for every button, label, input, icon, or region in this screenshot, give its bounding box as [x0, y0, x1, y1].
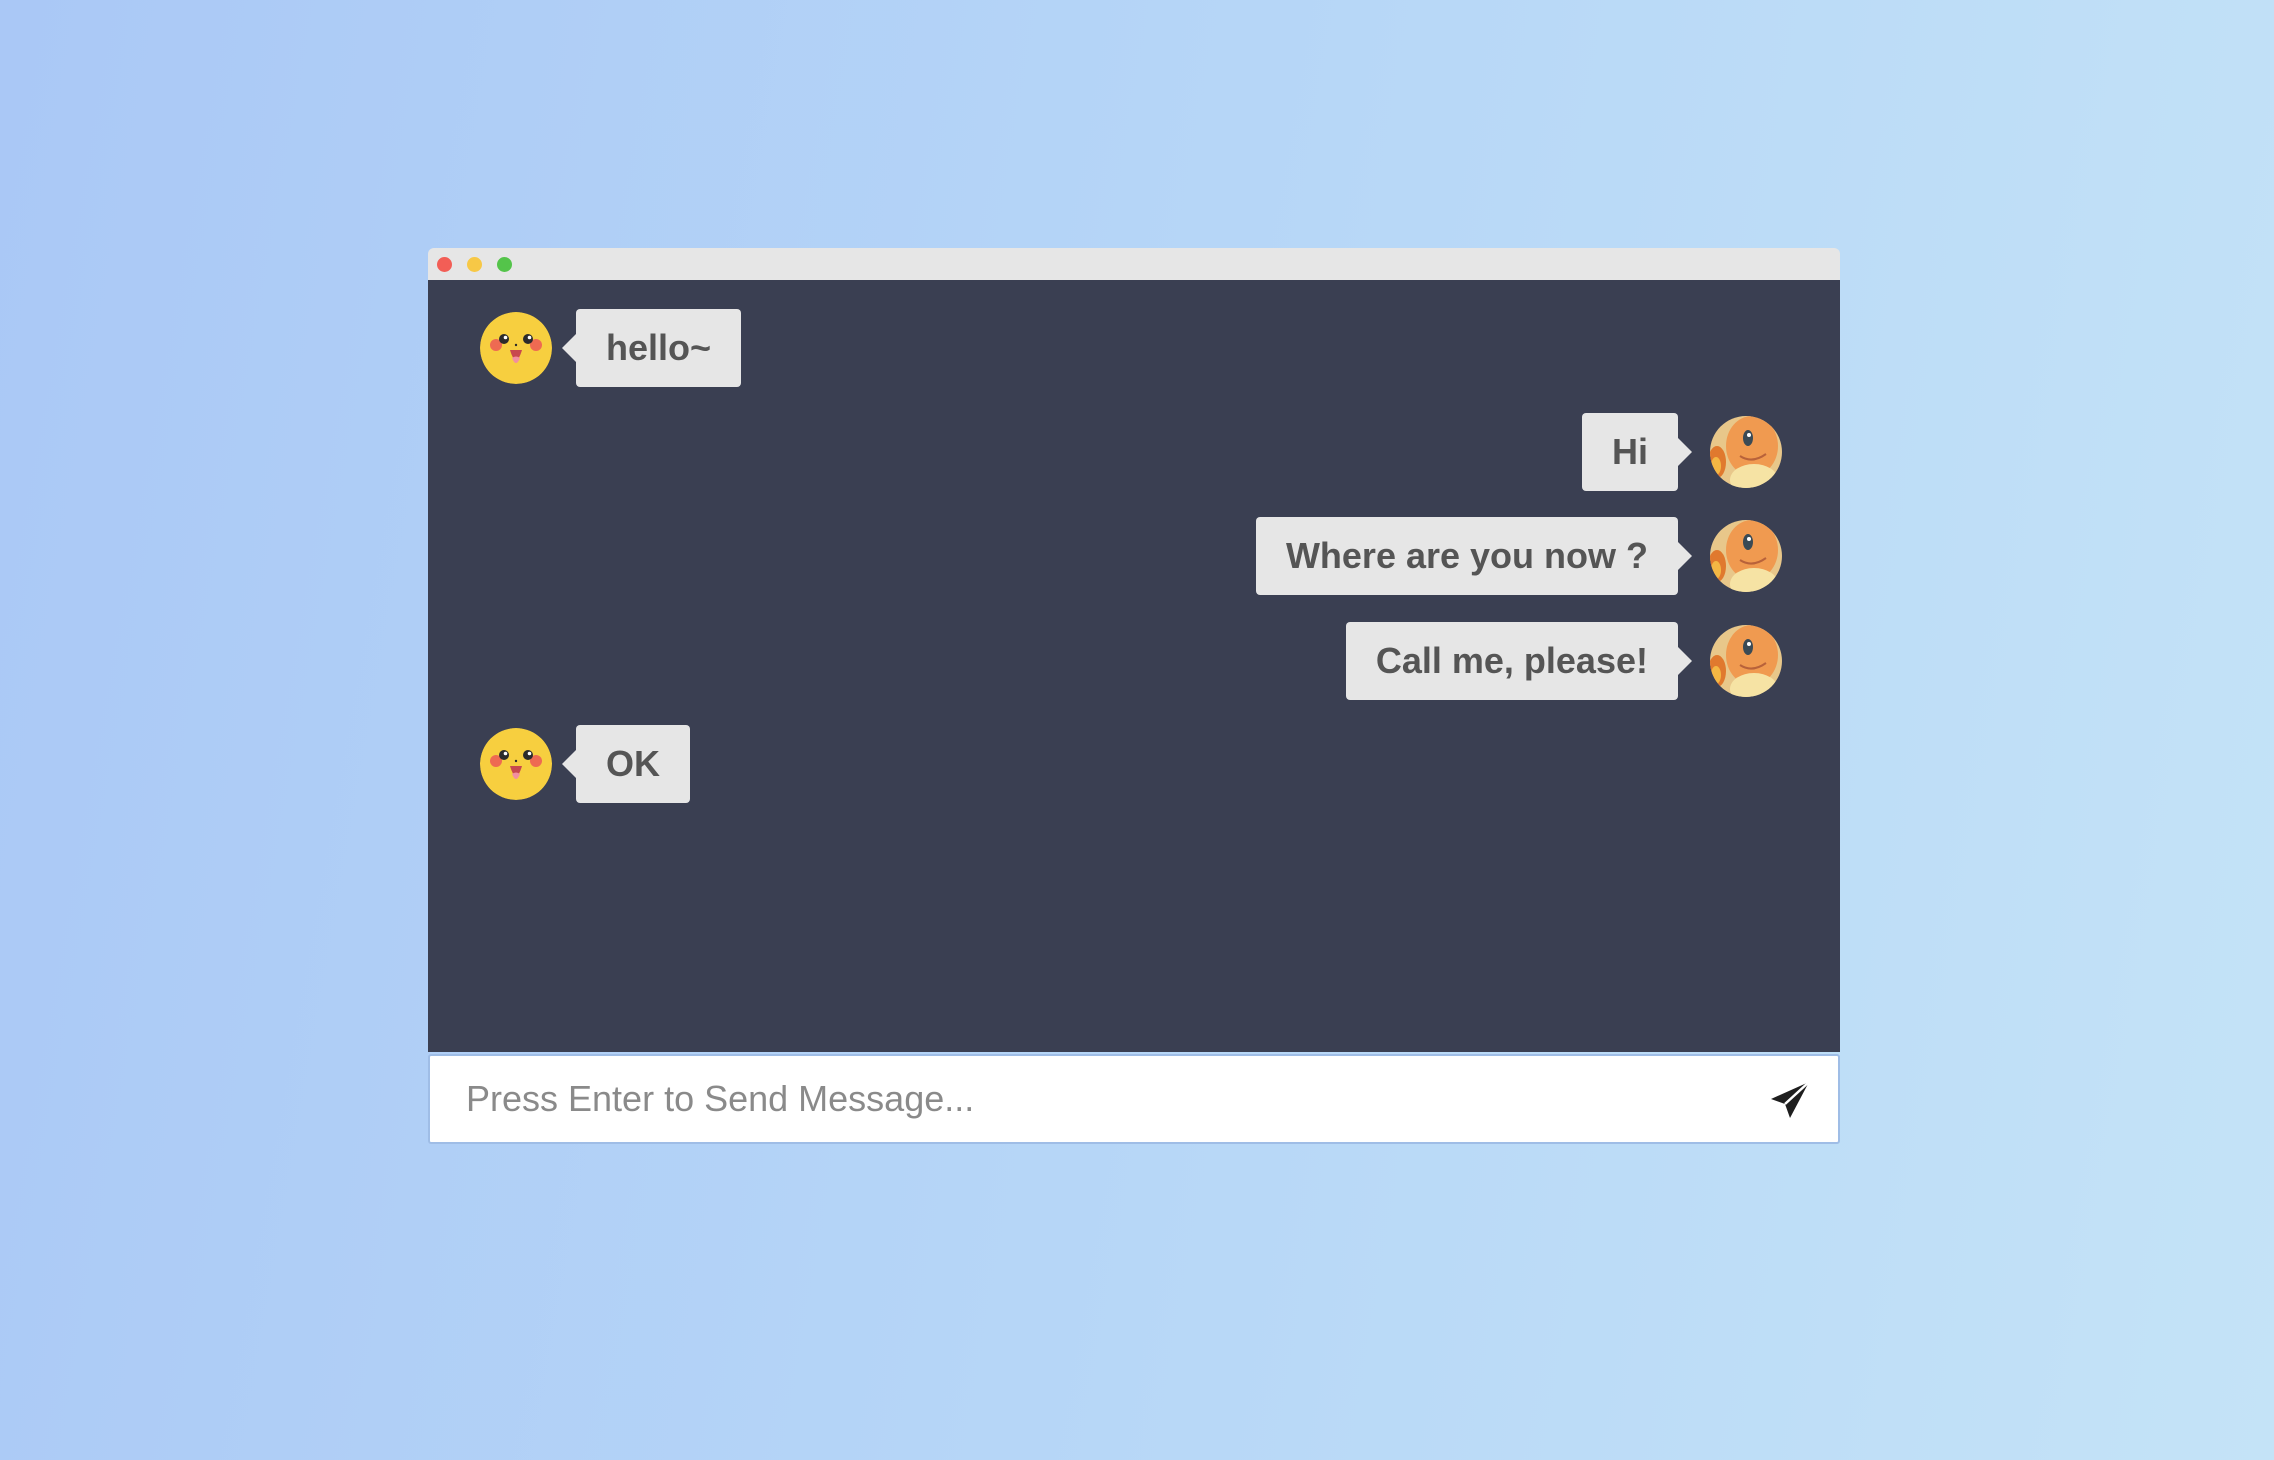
message-received: hello~ [480, 309, 742, 387]
paper-plane-icon [1771, 1081, 1810, 1118]
window-titlebar [428, 248, 1840, 280]
message-bubble: Hi [1582, 413, 1692, 491]
message-bubble: OK [562, 725, 690, 803]
message-sent: Where are you now ? [1255, 517, 1782, 595]
charmander-avatar [1710, 625, 1782, 697]
charmander-avatar [1710, 416, 1782, 488]
message-input[interactable] [430, 1056, 1730, 1142]
charmander-avatar [1710, 520, 1782, 592]
message-received: OK [480, 725, 690, 803]
message-list[interactable]: hello~ Hi Where are you now ? Call me, p… [428, 280, 1840, 1052]
pikachu-avatar [480, 312, 552, 384]
pikachu-avatar [480, 728, 552, 800]
maximize-window-button[interactable] [497, 257, 512, 272]
message-bubble: hello~ [561, 309, 742, 387]
message-bubble: Where are you now ? [1255, 517, 1693, 595]
close-window-button[interactable] [437, 257, 452, 272]
chat-window: hello~ Hi Where are you now ? Call me, p… [428, 248, 1840, 1144]
minimize-window-button[interactable] [467, 257, 482, 272]
message-sent: Call me, please! [1345, 622, 1782, 700]
message-bubble: Call me, please! [1345, 622, 1693, 700]
message-sent: Hi [1582, 413, 1782, 491]
message-composer [428, 1054, 1840, 1144]
send-button[interactable] [1768, 1078, 1812, 1122]
